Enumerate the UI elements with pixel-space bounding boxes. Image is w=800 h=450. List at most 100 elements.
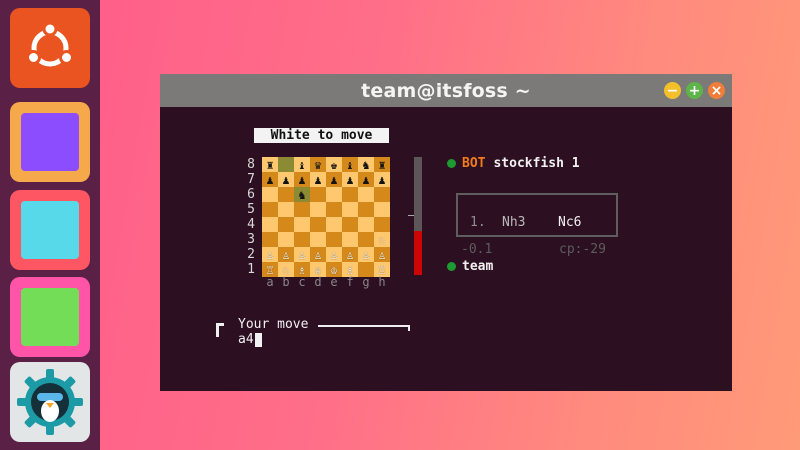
square-f4[interactable] xyxy=(342,217,358,232)
maximize-icon: + xyxy=(688,82,701,99)
minimize-button[interactable]: − xyxy=(664,82,681,99)
chess-piece: ♕ xyxy=(314,262,322,277)
square-f7[interactable]: ♟ xyxy=(342,172,358,187)
window-titlebar[interactable]: team@itsfoss ~ − + × xyxy=(160,74,732,107)
square-d8[interactable]: ♛ xyxy=(310,157,326,172)
square-e8[interactable]: ♚ xyxy=(326,157,342,172)
square-a7[interactable]: ♟ xyxy=(262,172,278,187)
square-e5[interactable] xyxy=(326,202,342,217)
chess-piece: ♜ xyxy=(266,157,274,172)
square-f2[interactable]: ♙ xyxy=(342,247,358,262)
minimize-icon: − xyxy=(666,82,679,99)
square-d3[interactable] xyxy=(310,232,326,247)
square-c4[interactable] xyxy=(294,217,310,232)
square-b3[interactable] xyxy=(278,232,294,247)
file-label: g xyxy=(362,275,370,289)
move-input[interactable]: a4 xyxy=(238,332,262,347)
square-c2[interactable]: ♙ xyxy=(294,247,310,262)
rank-label: 7 xyxy=(247,172,255,187)
terminal-window: team@itsfoss ~ − + × White to move 87654… xyxy=(160,74,732,391)
square-d4[interactable] xyxy=(310,217,326,232)
square-f8[interactable]: ♝ xyxy=(342,157,358,172)
window-title: team@itsfoss ~ xyxy=(361,79,531,102)
square-f3[interactable] xyxy=(342,232,358,247)
maximize-button[interactable]: + xyxy=(686,82,703,99)
square-h4[interactable] xyxy=(374,217,390,232)
square-d6[interactable] xyxy=(310,187,326,202)
square-a4[interactable] xyxy=(262,217,278,232)
square-c5[interactable] xyxy=(294,202,310,217)
square-d2[interactable]: ♙ xyxy=(310,247,326,262)
square-c7[interactable]: ♟ xyxy=(294,172,310,187)
move-input-panel: Your move a4 xyxy=(216,317,412,357)
chess-piece: ♔ xyxy=(330,262,338,277)
panel-border-left xyxy=(216,323,224,337)
dock-app-cyan[interactable] xyxy=(10,190,90,270)
square-f6[interactable] xyxy=(342,187,358,202)
eval-score: -0.1 xyxy=(461,242,493,257)
square-b4[interactable] xyxy=(278,217,294,232)
square-e3[interactable] xyxy=(326,232,342,247)
player-name: team xyxy=(462,259,494,274)
square-h3[interactable]: ♘ xyxy=(374,232,390,247)
square-h5[interactable] xyxy=(374,202,390,217)
ubuntu-launcher-icon[interactable] xyxy=(10,8,90,88)
square-b8[interactable] xyxy=(278,157,294,172)
square-c8[interactable]: ♝ xyxy=(294,157,310,172)
close-button[interactable]: × xyxy=(708,82,725,99)
square-g8[interactable]: ♞ xyxy=(358,157,374,172)
file-label: b xyxy=(282,275,290,289)
file-label: f xyxy=(346,275,354,289)
square-g2[interactable]: ♙ xyxy=(358,247,374,262)
square-e2[interactable]: ♙ xyxy=(326,247,342,262)
ubuntu-logo-icon xyxy=(26,21,74,67)
chess-piece: ♙ xyxy=(298,247,306,262)
square-b5[interactable] xyxy=(278,202,294,217)
file-label: h xyxy=(378,275,386,289)
square-g6[interactable] xyxy=(358,187,374,202)
square-a3[interactable] xyxy=(262,232,278,247)
chess-piece: ♟ xyxy=(266,172,274,187)
square-e4[interactable] xyxy=(326,217,342,232)
square-h7[interactable]: ♟ xyxy=(374,172,390,187)
square-a2[interactable]: ♙ xyxy=(262,247,278,262)
chess-piece: ♙ xyxy=(314,247,322,262)
dock-app-green[interactable] xyxy=(10,277,90,357)
chess-piece: ♛ xyxy=(314,157,322,172)
square-g5[interactable] xyxy=(358,202,374,217)
chess-piece: ♙ xyxy=(282,247,290,262)
square-g3[interactable] xyxy=(358,232,374,247)
square-e7[interactable]: ♟ xyxy=(326,172,342,187)
square-a6[interactable] xyxy=(262,187,278,202)
move-input-value: a4 xyxy=(238,332,254,347)
square-c3[interactable] xyxy=(294,232,310,247)
square-h2[interactable]: ♙ xyxy=(374,247,390,262)
dock-itsfoss-settings[interactable] xyxy=(10,362,90,442)
chess-board[interactable]: ♜ ♝ ♛ ♚ ♝ ♞ ♜ ♟ ♟ ♟ ♟ ♟ ♟ ♟ ♟ ♞ ♘ ♙ ♙ ♙ ♙ ♙ ♙ ♙ ♙ ♖ ♘ ♗ ♕ ♔ ♗ ♖ xyxy=(262,157,390,277)
square-f5[interactable] xyxy=(342,202,358,217)
move-list: 1. Nh3 Nc6 xyxy=(456,193,618,237)
chess-piece: ♟ xyxy=(330,172,338,187)
square-a8[interactable]: ♜ xyxy=(262,157,278,172)
square-b6[interactable] xyxy=(278,187,294,202)
square-b7[interactable]: ♟ xyxy=(278,172,294,187)
square-h6[interactable] xyxy=(374,187,390,202)
square-g4[interactable] xyxy=(358,217,374,232)
rank-label: 1 xyxy=(247,262,255,277)
rank-label: 4 xyxy=(247,217,255,232)
square-e6[interactable] xyxy=(326,187,342,202)
opponent-name: stockfish 1 xyxy=(493,156,580,171)
bot-tag: BOT xyxy=(462,156,486,171)
chess-piece: ♟ xyxy=(298,172,306,187)
square-d5[interactable] xyxy=(310,202,326,217)
chess-piece: ♝ xyxy=(346,157,354,172)
square-b2[interactable]: ♙ xyxy=(278,247,294,262)
square-c6[interactable]: ♞ xyxy=(294,187,310,202)
square-h8[interactable]: ♜ xyxy=(374,157,390,172)
app-cyan-icon xyxy=(21,201,79,259)
square-d7[interactable]: ♟ xyxy=(310,172,326,187)
chess-piece: ♘ xyxy=(282,262,290,277)
dock-app-purple[interactable] xyxy=(10,102,90,182)
square-a5[interactable] xyxy=(262,202,278,217)
square-g7[interactable]: ♟ xyxy=(358,172,374,187)
